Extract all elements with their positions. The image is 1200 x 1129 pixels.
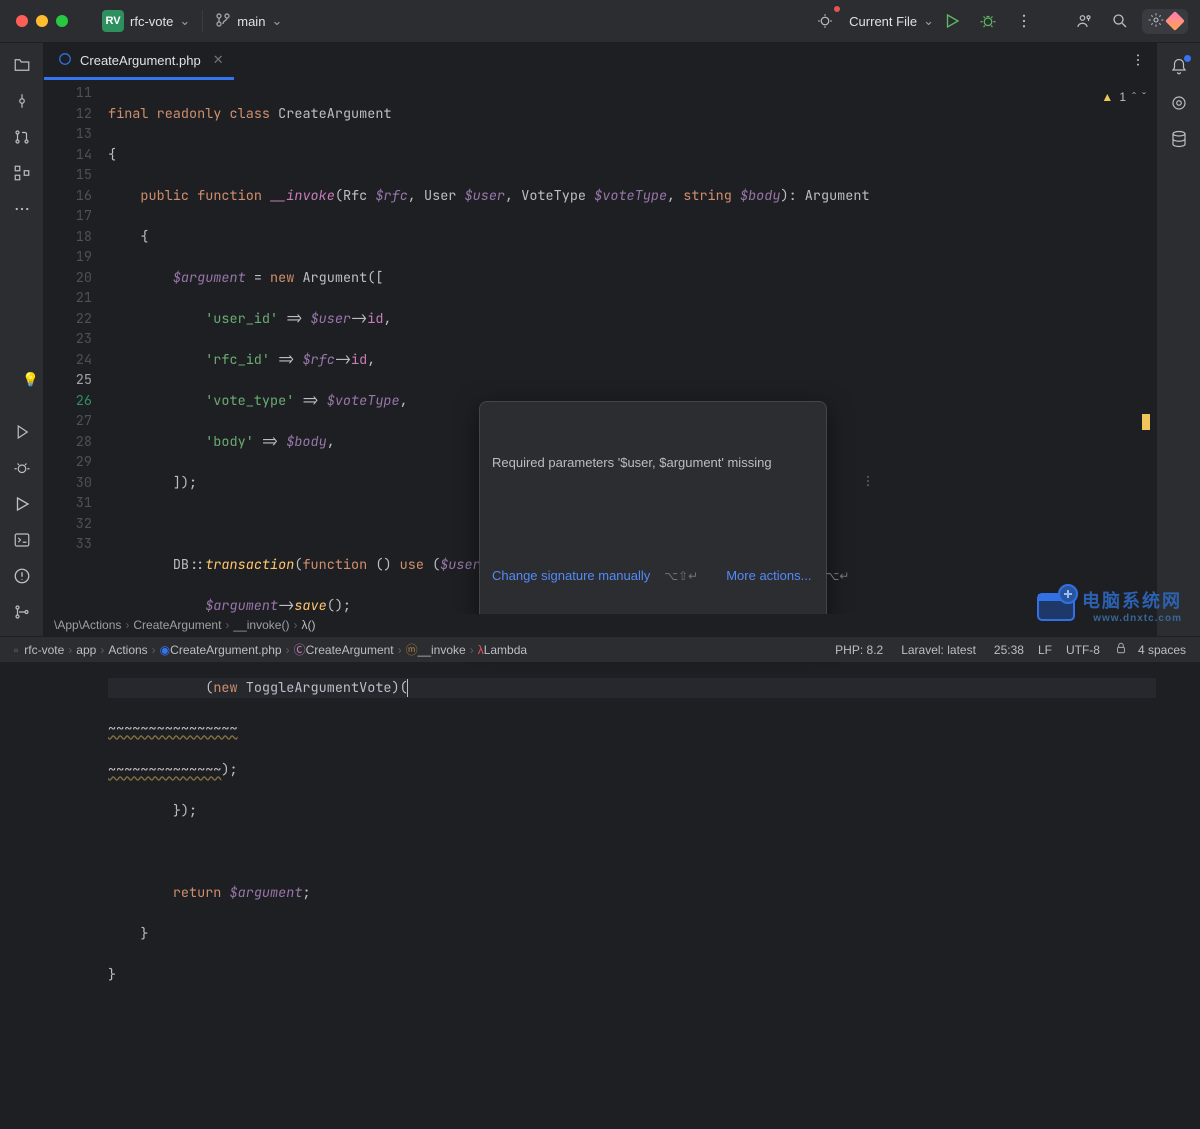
separator [202, 10, 203, 32]
crumb[interactable]: __invoke() [233, 618, 289, 632]
code-area[interactable]: final readonly class CreateArgument { pu… [106, 81, 1156, 614]
status-dot-icon: ▫ [14, 643, 18, 657]
warning-icon: ▲ [1101, 87, 1113, 108]
crumb[interactable]: λ() [301, 618, 315, 632]
popup-message: Required parameters '$user, $argument' m… [492, 453, 772, 474]
php-version[interactable]: PHP: 8.2 [835, 643, 883, 657]
search-icon[interactable] [1102, 3, 1138, 39]
prev-highlight-icon[interactable]: ˆ [1132, 87, 1136, 108]
notifications-icon[interactable] [1159, 49, 1199, 85]
gutter[interactable]: 111213 141516 171819 202122 2324 25💡 262… [44, 81, 106, 614]
next-highlight-icon[interactable]: ˇ [1142, 87, 1146, 108]
navbar-item[interactable]: Actions [108, 643, 147, 657]
branch-name[interactable]: main [237, 14, 265, 29]
php-file-icon [58, 52, 72, 69]
close-window[interactable] [16, 15, 28, 27]
code-with-me-icon[interactable] [1066, 3, 1102, 39]
pull-requests-icon[interactable] [2, 119, 42, 155]
file-encoding[interactable]: UTF-8 [1066, 643, 1100, 657]
navbar-item[interactable]: Lambda [484, 643, 527, 657]
watermark: 电脑系统网 www.dnxtc.com [1082, 587, 1182, 624]
terminal-tool-icon[interactable] [2, 522, 42, 558]
database-tool-icon[interactable] [1159, 121, 1199, 157]
php-file-icon: ◉ [160, 643, 170, 657]
branch-icon [215, 12, 231, 31]
ai-diamond-icon [1165, 11, 1185, 31]
class-icon: Ⓒ [294, 641, 306, 658]
tab-more-icon[interactable] [1130, 52, 1146, 71]
navbar-item[interactable]: __invoke [418, 643, 466, 657]
readonly-toggle-icon[interactable] [1114, 641, 1128, 658]
popup-more-icon[interactable] [780, 453, 875, 515]
popup-shortcut: ⌥⇧↵ [664, 566, 698, 587]
error-stripe-marker[interactable] [1142, 414, 1150, 430]
ai-assistant-button[interactable] [1142, 9, 1188, 34]
watermark-icon [1032, 582, 1080, 630]
notification-badge [1184, 55, 1191, 62]
laravel-version[interactable]: Laravel: latest [901, 643, 976, 657]
breadcrumbs[interactable]: \App\Actions› CreateArgument› __invoke()… [44, 614, 1156, 636]
run-icon[interactable] [934, 3, 970, 39]
line-separator[interactable]: LF [1038, 643, 1052, 657]
tab-createargument[interactable]: CreateArgument.php ✕ [44, 43, 234, 80]
crumb[interactable]: CreateArgument [133, 618, 221, 632]
debug-icon[interactable] [970, 3, 1006, 39]
caret-position[interactable]: 25:38 [994, 643, 1024, 657]
project-name[interactable]: rfc-vote [130, 14, 173, 29]
indent-status[interactable]: 4 spaces [1138, 643, 1186, 657]
chevron-down-icon[interactable]: ⌄ [923, 13, 934, 29]
method-icon: ⓜ [406, 641, 418, 658]
navbar-item[interactable]: app [76, 643, 96, 657]
window-controls [16, 15, 68, 27]
navbar-item[interactable]: CreateArgument.php [170, 643, 281, 657]
minimize-window[interactable] [36, 15, 48, 27]
run-tool-icon[interactable] [2, 486, 42, 522]
crumb[interactable]: \App\Actions [54, 618, 121, 632]
project-badge: RV [102, 10, 124, 32]
problems-tool-icon[interactable] [2, 558, 42, 594]
ai-tool-icon[interactable] [1159, 85, 1199, 121]
navbar-item[interactable]: CreateArgument [306, 643, 394, 657]
editor-tabs: CreateArgument.php ✕ [44, 43, 1156, 81]
chevron-down-icon[interactable]: ⌄ [271, 13, 282, 29]
statusbar: ▫ rfc-vote› app› Actions› ◉ CreateArgume… [0, 636, 1200, 662]
left-toolwindow-bar [0, 43, 44, 636]
titlebar: RV rfc-vote ⌄ main ⌄ Current File ⌄ [0, 0, 1200, 43]
error-badge [834, 6, 840, 12]
close-tab-icon[interactable]: ✕ [213, 52, 224, 68]
popup-action-more[interactable]: More actions... [726, 566, 811, 587]
popup-action-change-signature[interactable]: Change signature manually [492, 566, 650, 587]
intention-bulb-icon[interactable]: 💡 [22, 370, 39, 391]
maximize-window[interactable] [56, 15, 68, 27]
run-config-label[interactable]: Current File [849, 14, 917, 29]
chevron-down-icon[interactable]: ⌄ [179, 13, 190, 29]
more-icon[interactable] [1006, 3, 1042, 39]
inspection-widgets[interactable]: ▲ 1 ˆ ˇ [1101, 87, 1146, 108]
editor[interactable]: ▲ 1 ˆ ˇ 111213 141516 171819 202122 2324… [44, 81, 1156, 614]
navbar-item[interactable]: rfc-vote [24, 643, 64, 657]
project-tool-icon[interactable] [2, 47, 42, 83]
more-tools-icon[interactable] [2, 191, 42, 227]
right-toolwindow-bar [1156, 43, 1200, 636]
commit-tool-icon[interactable] [2, 83, 42, 119]
structure-tool-icon[interactable] [2, 155, 42, 191]
vcs-tool-icon[interactable] [2, 594, 42, 630]
warning-count: 1 [1119, 87, 1126, 108]
debug-inspect-icon[interactable] [807, 3, 843, 39]
gear-icon [1148, 12, 1164, 31]
debug-tool-icon[interactable] [2, 450, 42, 486]
tab-filename: CreateArgument.php [80, 53, 201, 68]
services-tool-icon[interactable] [2, 414, 42, 450]
inspection-popup: Required parameters '$user, $argument' m… [479, 401, 827, 636]
popup-shortcut: ⌥↵ [825, 566, 849, 587]
